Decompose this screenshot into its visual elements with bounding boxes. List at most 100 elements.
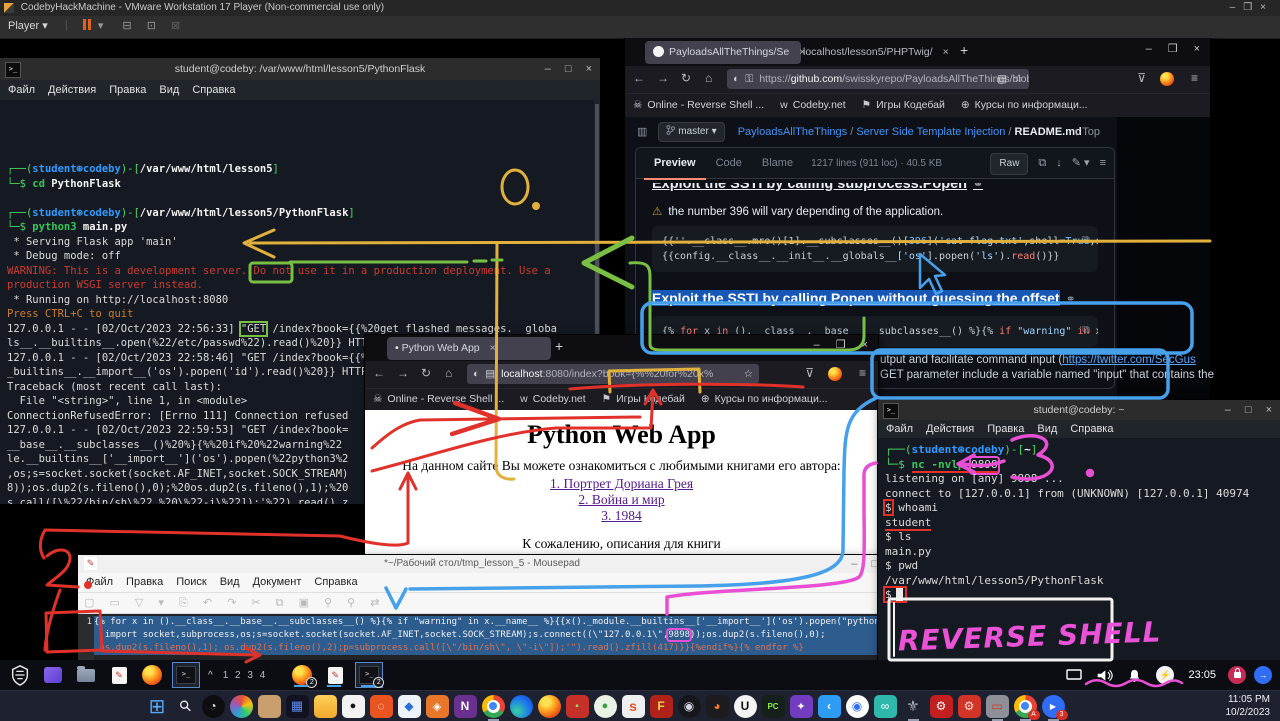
linux-clock[interactable]: 23:05 [1188,669,1216,681]
taskbar-icon-chrome-profile[interactable]: A [1014,695,1037,718]
fullscreen-icon[interactable]: ⊡ [147,19,156,32]
display-icon[interactable] [1066,669,1082,681]
tab-localhost-phptwig[interactable]: localhost/lesson5/PHPTwig/× [795,41,961,64]
menu-item[interactable]: Правка [126,576,163,588]
reload-icon[interactable]: ↻ [421,366,431,380]
menu-item[interactable]: Справка [192,84,235,96]
tab-code[interactable]: Code [706,148,752,178]
vmware-minimize-button[interactable]: – [1230,2,1244,13]
taskbar-icon-maps-pin[interactable]: ◉ [846,695,869,718]
taskbar-icon-visual-studio[interactable]: ✦ [790,695,813,718]
reload-icon[interactable]: ↻ [681,71,691,85]
volume-icon[interactable] [1096,668,1113,683]
bookmark-item[interactable]: ⚑Игры Кодебай [862,99,945,111]
bookmark-star-icon[interactable]: ☆ [1014,69,1023,89]
tracking-shield-icon[interactable]: ◐ [733,73,739,85]
book-link-1[interactable]: 1. Портрет Дориана Грея [365,476,878,492]
firefox-account-icon[interactable] [828,367,842,381]
taskbar-icon-sublime[interactable]: s [622,695,645,718]
forward-icon[interactable]: → [397,366,409,380]
keepass-tray-icon[interactable] [1228,666,1246,684]
taskbar-icon-remote-desktop[interactable]: ▭ [986,695,1009,718]
taskbar-icon-photos[interactable] [230,695,253,718]
copy-code-icon[interactable]: ⧉ [1082,322,1090,337]
maximize-button[interactable]: ❒ [1168,43,1178,55]
taskbar-icon-teal-app[interactable]: ∞ [874,695,897,718]
taskbar-icon-unreal[interactable]: U [734,695,757,718]
menu-item[interactable]: Файл [86,576,113,588]
mousepad-toolbar[interactable]: ▢ ▭ ▽ ▾ ⎘ ↶ ↷ ✂ ⧉ ▣ ⚲ ⚲ ⇄ [78,593,886,614]
mousepad-editor[interactable]: 1 {% for x in ().__class__.__base__.__su… [78,614,886,664]
taskbar-icon-portrait-app[interactable] [258,695,281,718]
taskbar-icon-speedtest[interactable]: ◔ [202,695,225,718]
menu-item[interactable]: Вид [220,576,240,588]
tab-preview[interactable]: Preview [644,148,706,180]
vmware-close-button[interactable]: × [1260,2,1274,13]
taskbar-icon-moth-app[interactable]: ⚜ [902,695,925,718]
maximize-button[interactable]: ❒ [836,339,846,351]
anchor-link-icon[interactable]: ⚭ [1066,292,1076,306]
taskbar-icon-vscode[interactable]: ‹ [818,695,841,718]
new-tab-button[interactable]: + [555,338,563,354]
taskbar-icon-hack-tool-2[interactable]: ⚙ [958,695,981,718]
maximize-button[interactable]: □ [1245,404,1252,416]
home-icon[interactable]: ⌂ [445,366,452,380]
menu-item[interactable]: Поиск [176,576,206,588]
firefox-running-app[interactable]: 2 [289,663,315,687]
mousepad-launcher-icon[interactable]: ✎ [106,663,132,687]
minimize-button[interactable]: – [814,339,820,351]
breadcrumb-dir-link[interactable]: Server Side Template Injection [856,126,1005,138]
workspace-pager[interactable]: 1 2 3 4 [223,670,268,681]
notification-bell-icon[interactable] [1127,668,1142,683]
home-icon[interactable]: ⌂ [705,71,712,85]
bookmark-item[interactable]: ⊕Курсы по информаци... [961,99,1088,111]
branch-selector[interactable]: master ▾ [658,122,724,142]
anchor-link-icon[interactable]: ⚭ [973,183,983,191]
forward-icon[interactable]: → [657,71,669,85]
taskbar-icon-firefox[interactable] [538,695,561,718]
player-menu[interactable]: Player ▾ [8,19,48,32]
pause-dropdown[interactable]: ▾ [98,19,104,32]
menu-item[interactable]: Документ [253,576,302,588]
pocket-icon[interactable]: ⊽ [805,366,814,380]
menu-item[interactable]: Вид [159,84,179,96]
tab-close-icon[interactable]: × [490,342,496,354]
taskbar-icon-edge[interactable] [510,695,533,718]
bookmark-item[interactable]: ☠Online - Reverse Shell ... [373,393,504,405]
taskbar-icon-obsidian[interactable]: ● [342,695,365,718]
update-tray-icon[interactable]: → [1254,666,1272,684]
taskbar-icon-chrome[interactable] [482,695,505,718]
close-button[interactable]: × [1194,43,1200,55]
reader-view-icon[interactable]: ▤ [997,69,1007,89]
menu-hamburger-icon[interactable]: ≡ [1191,71,1198,85]
close-button[interactable]: × [862,339,868,351]
new-tab-button[interactable]: + [960,42,968,58]
outline-icon[interactable]: ≡ [1100,157,1106,169]
power-manager-icon[interactable]: ⚡ [1156,666,1174,684]
terminal-output[interactable]: ┌──(student⊛codeby)-[~]└─$ nc -nvlp 9898… [878,438,1280,660]
mousepad-running-app[interactable]: ✎ [322,663,348,687]
bookmark-item[interactable]: ⚑Игры Кодебай [602,393,685,405]
book-link-2[interactable]: 2. Война и мир [365,492,878,508]
tab-close-icon[interactable]: × [943,46,949,58]
vmware-maximize-button[interactable]: ❒ [1243,2,1260,13]
mousepad-titlebar[interactable]: ✎ *~/Рабочий стол/tmp_lesson_5 - Mousepa… [78,555,886,573]
menu-item[interactable]: Справка [314,576,357,588]
taskbar-icon-ubuntu[interactable]: ◌ [370,695,393,718]
book-link-3[interactable]: 3. 1984 [365,508,878,524]
edit-pencil-icon[interactable]: ✎ ▾ [1072,157,1090,169]
firefox-account-icon[interactable] [1160,72,1174,86]
terminal-titlebar[interactable]: >_ student@codeby: ~ –□× [878,400,1280,420]
taskbar-icon-green-app[interactable]: ● [594,695,617,718]
tab-payloadsallthethings[interactable]: PayloadsAllTheThings/Se× [645,41,801,64]
system-clock[interactable]: 11:05 PM 10/2/2023 [1226,693,1271,719]
minimize-button[interactable]: – [1146,43,1152,55]
copy-icon[interactable]: ⧉ [1038,157,1046,169]
menu-item[interactable]: Действия [48,84,96,96]
menu-item[interactable]: Правка [987,423,1024,435]
close-button[interactable]: × [1266,404,1272,416]
maximize-button[interactable]: □ [565,63,572,75]
taskbar-icon-hack-tool-1[interactable]: ⚙ [930,695,953,718]
back-icon[interactable]: ← [373,366,385,380]
tracking-shield-icon[interactable]: ◐ [473,368,479,380]
